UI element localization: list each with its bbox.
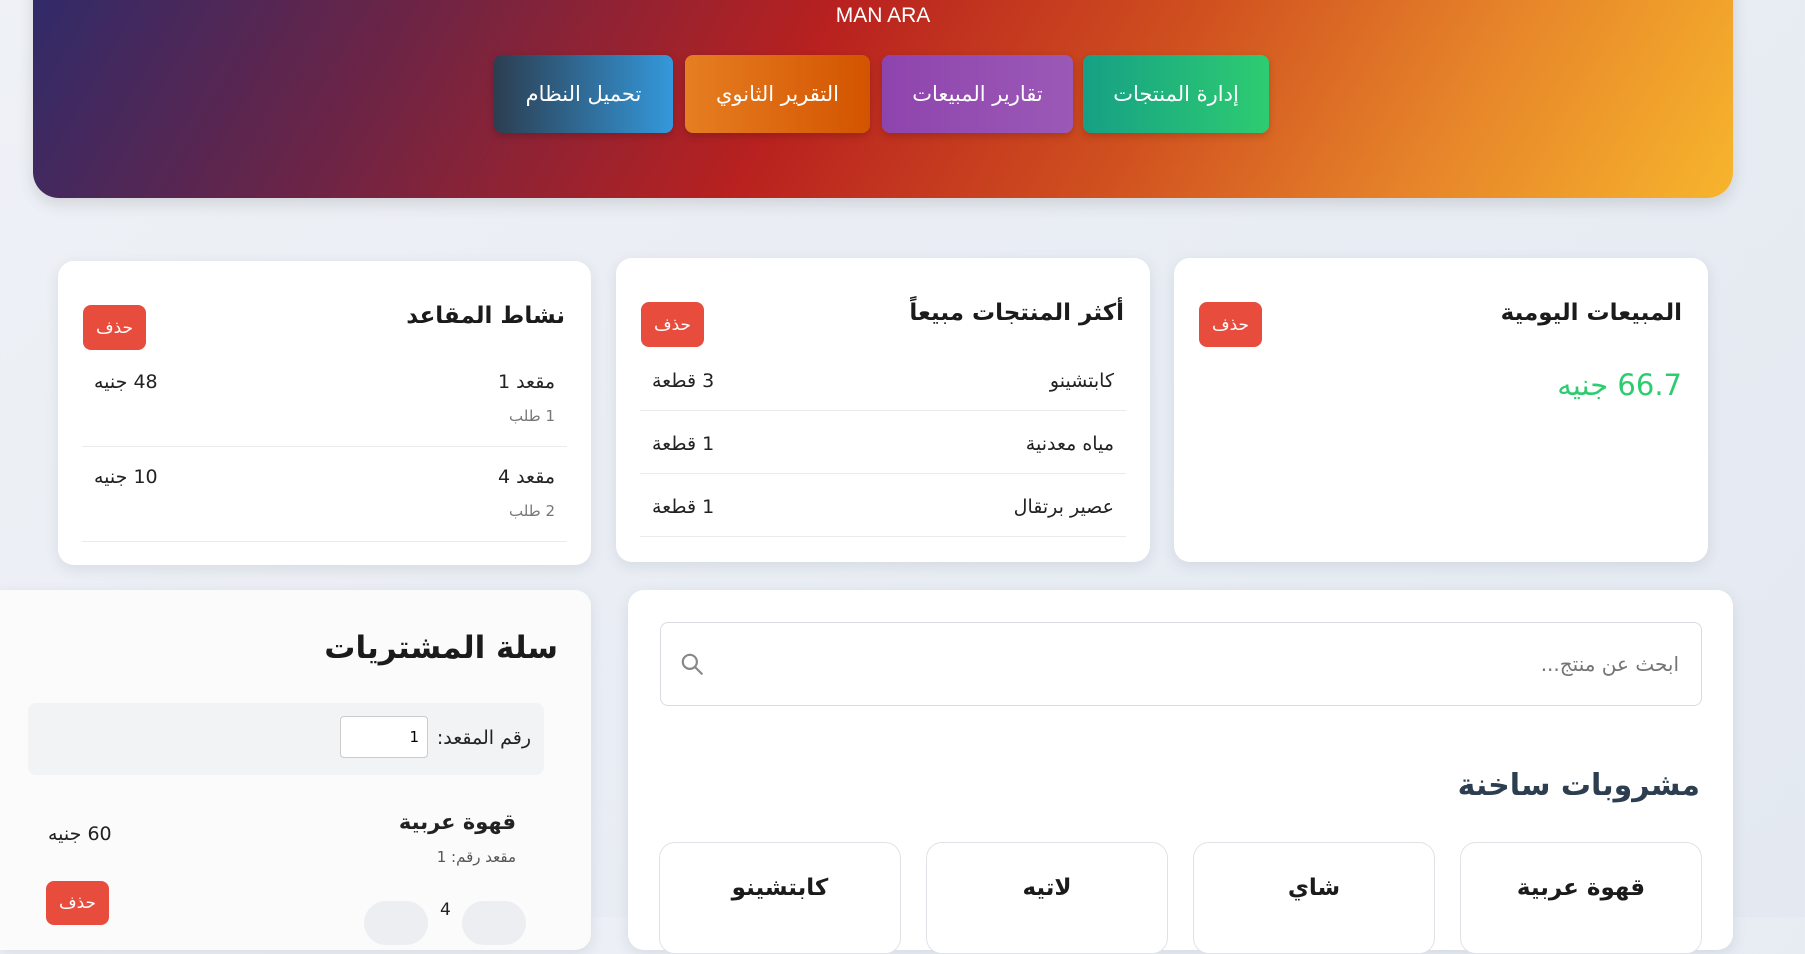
seat-amount: 10 جنيه — [94, 466, 158, 488]
seat-number-input[interactable] — [340, 716, 428, 758]
app-title: MAN ARA — [835, 4, 931, 27]
daily-sales-delete-button[interactable]: حذف — [1199, 302, 1262, 347]
category-title: مشروبات ساخنة — [1457, 768, 1700, 803]
product-card-name: شاي — [1287, 875, 1341, 901]
top-products-delete-button[interactable]: حذف — [641, 302, 704, 347]
product-name: عصير برتقال — [1013, 496, 1114, 518]
product-qty: 1 قطعة — [652, 433, 715, 455]
product-card[interactable]: قهوة عربية — [1460, 842, 1702, 954]
top-products-title: أكثر المنتجات مبيعاً — [909, 300, 1124, 326]
product-name: مياه معدنية — [1025, 433, 1114, 455]
product-card-name: لاتيه — [1022, 875, 1072, 901]
seat-activity-card: نشاط المقاعد حذف مقعد 1 1 طلب 48 جنيه مق… — [58, 261, 591, 565]
quantity-increase-button[interactable] — [462, 901, 526, 945]
seat-activity-title: نشاط المقاعد — [406, 303, 565, 329]
daily-sales-title: المبيعات اليومية — [1500, 300, 1682, 326]
seat-orders: 1 طلب — [509, 407, 555, 425]
list-item: كابتشينو 3 قطعة — [640, 350, 1126, 411]
seat-amount: 48 جنيه — [94, 371, 158, 393]
product-qty: 3 قطعة — [652, 370, 715, 392]
product-card[interactable]: كابتشينو — [659, 842, 901, 954]
nav-products-button[interactable]: إدارة المنتجات — [1083, 55, 1269, 133]
product-qty: 1 قطعة — [652, 496, 715, 518]
search-input[interactable] — [721, 643, 1681, 685]
app-header: MAN ARA إدارة المنتجات تقارير المبيعات ا… — [33, 0, 1733, 198]
seat-activity-delete-button[interactable]: حذف — [83, 305, 146, 350]
list-item: مياه معدنية 1 قطعة — [640, 413, 1126, 474]
product-card-name: قهوة عربية — [1516, 875, 1646, 901]
cart-item-name: قهوة عربية — [398, 810, 516, 834]
seat-orders: 2 طلب — [509, 502, 555, 520]
cart-item-price: 60 جنيه — [48, 823, 112, 845]
list-item: عصير برتقال 1 قطعة — [640, 476, 1126, 537]
daily-sales-amount: 66.7 جنيه — [1557, 368, 1682, 402]
list-item: مقعد 1 1 طلب 48 جنيه — [82, 353, 567, 447]
search-icon — [679, 651, 705, 677]
cart-panel: سلة المشتريات رقم المقعد: قهوة عربية مقع… — [0, 590, 591, 950]
seat-label: مقعد 4 — [497, 466, 555, 488]
seat-number-label: رقم المقعد: — [436, 727, 531, 749]
seat-label: مقعد 1 — [497, 371, 555, 393]
cart-title: سلة المشتريات — [324, 630, 558, 666]
daily-sales-card: المبيعات اليومية حذف 66.7 جنيه — [1174, 258, 1708, 562]
list-item: مقعد 4 2 طلب 10 جنيه — [82, 448, 567, 542]
cart-item-qty: 4 — [440, 900, 451, 920]
quantity-decrease-button[interactable] — [364, 901, 428, 945]
product-name: كابتشينو — [1049, 370, 1114, 392]
cart-item: قهوة عربية مقعد رقم: 1 60 جنيه حذف 4 — [28, 810, 544, 950]
product-card[interactable]: شاي — [1193, 842, 1435, 954]
top-products-card: أكثر المنتجات مبيعاً حذف كابتشينو 3 قطعة… — [616, 258, 1150, 562]
product-card[interactable]: لاتيه — [926, 842, 1168, 954]
search-field[interactable] — [660, 622, 1702, 706]
product-card-name: كابتشينو — [731, 875, 829, 901]
nav-system-load-button[interactable]: تحميل النظام — [494, 55, 673, 133]
seat-selector: رقم المقعد: — [28, 703, 544, 775]
nav-sales-reports-button[interactable]: تقارير المبيعات — [882, 55, 1073, 133]
nav-secondary-report-button[interactable]: التقرير الثانوي — [685, 55, 870, 133]
cart-item-seat: مقعد رقم: 1 — [436, 848, 516, 866]
cart-item-delete-button[interactable]: حذف — [46, 881, 109, 925]
